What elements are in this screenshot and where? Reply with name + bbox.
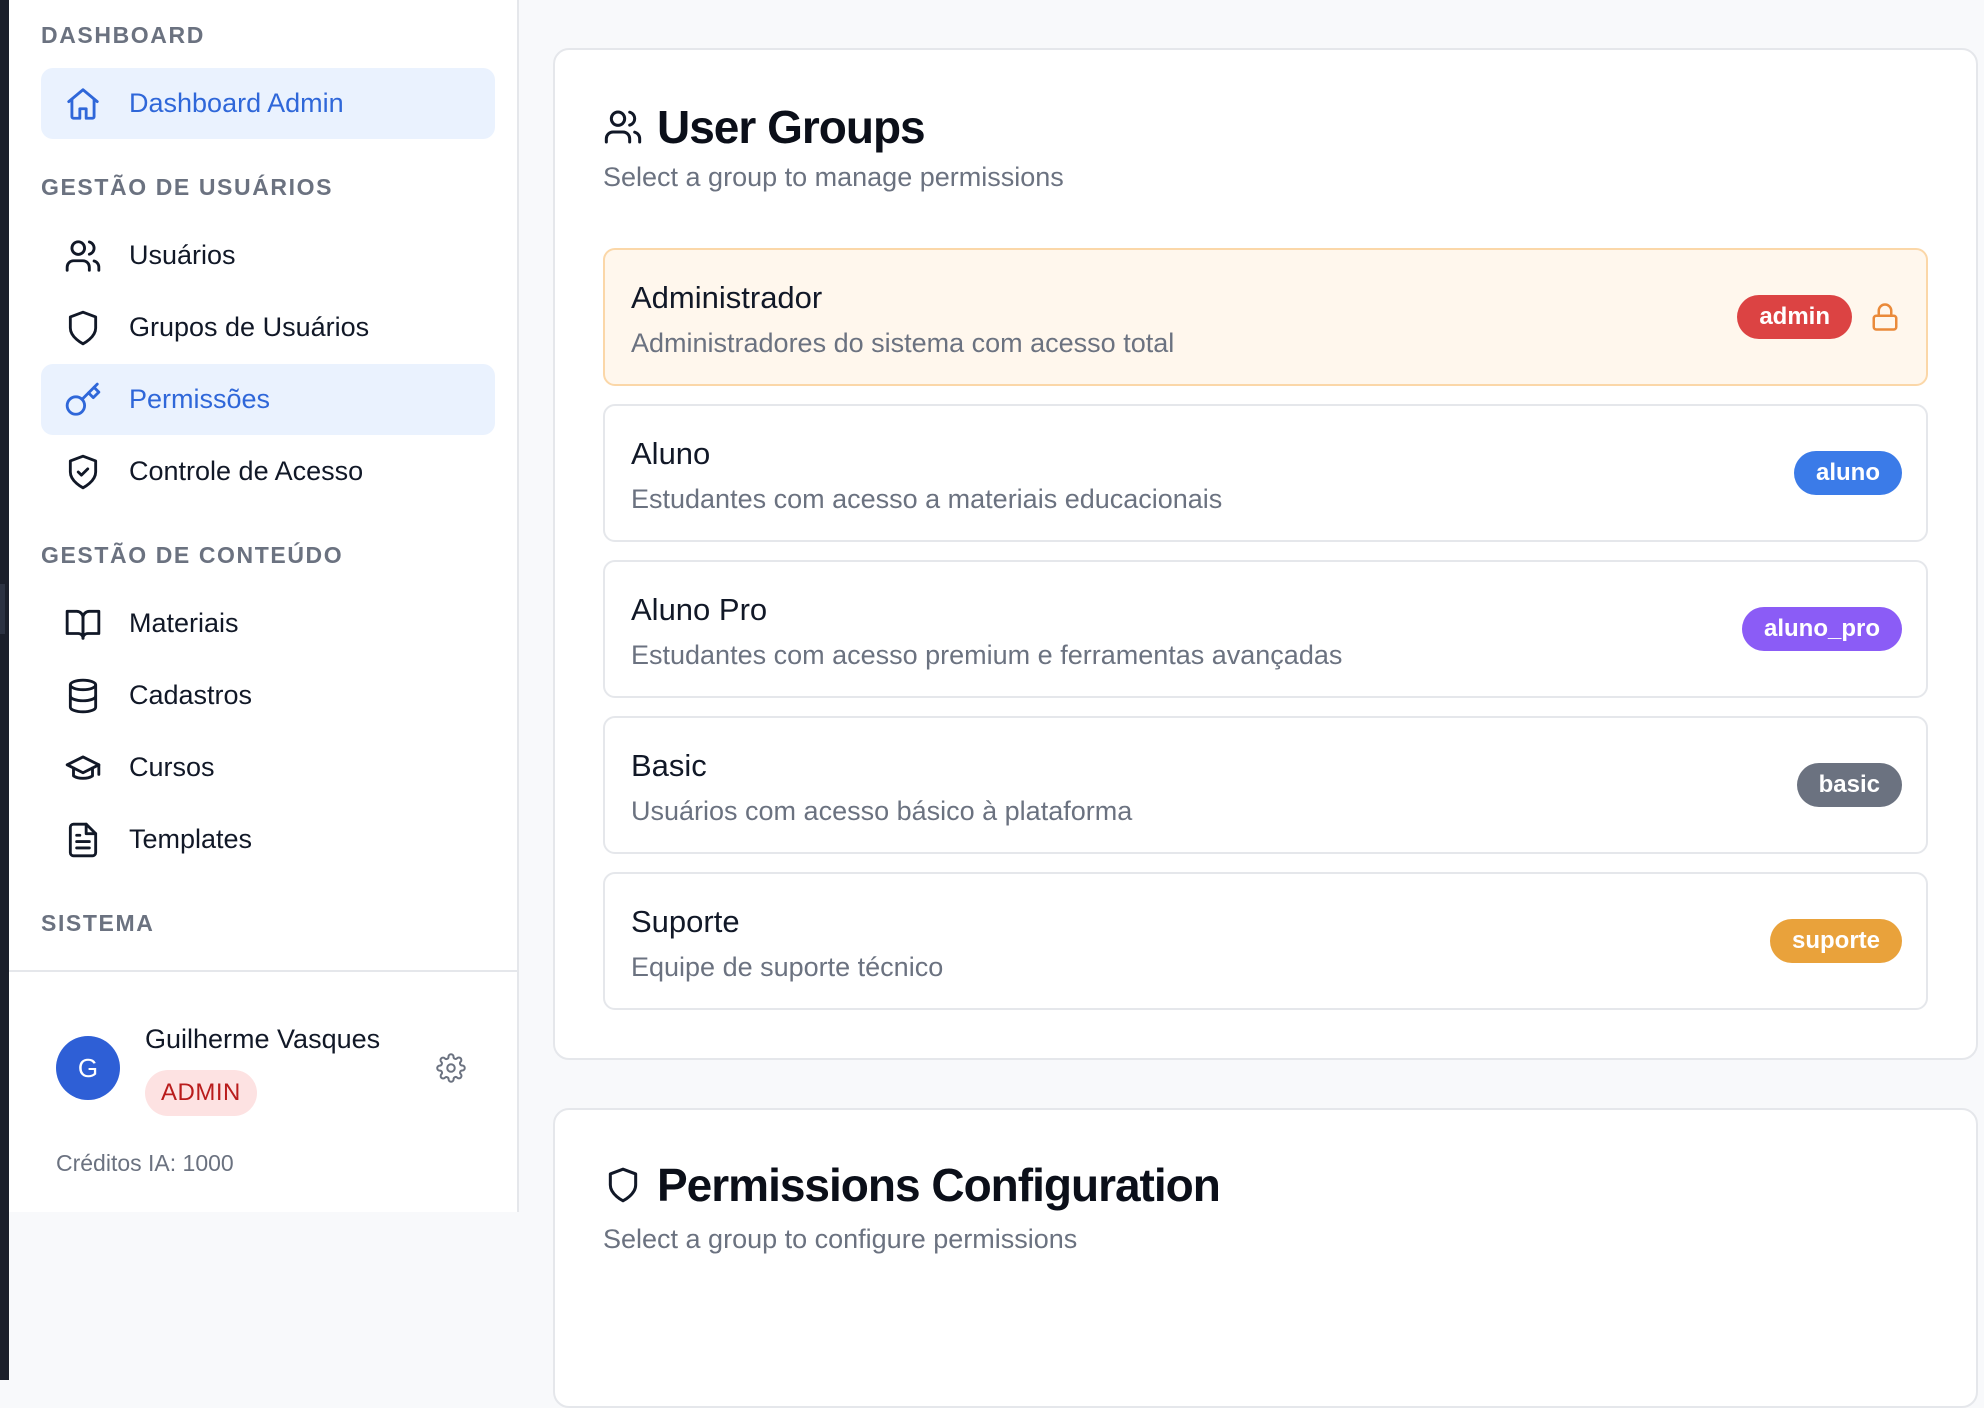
sidebar-item-cadastros[interactable]: Cadastros <box>41 660 495 731</box>
resize-handle[interactable] <box>0 584 5 634</box>
group-name: Administrador <box>631 280 823 315</box>
permissions-config-card: Permissions Configuration Select a group… <box>553 1108 1978 1408</box>
sidebar-item-label: Usuários <box>129 240 236 270</box>
group-tag: aluno <box>1794 451 1902 495</box>
group-tag: basic <box>1796 763 1902 807</box>
group-item-aluno[interactable]: Aluno Estudantes com acesso a materiais … <box>603 404 1928 542</box>
sidebar: DASHBOARD Dashboard Admin GESTÃO DE USUÁ… <box>9 0 519 1212</box>
group-description: Equipe de suporte técnico <box>631 952 944 982</box>
permissions-header: Permissions Configuration <box>603 1158 1221 1212</box>
group-item-suporte[interactable]: Suporte Equipe de suporte técnico suport… <box>603 872 1928 1010</box>
section-label-content: GESTÃO DE CONTEÚDO <box>41 542 344 568</box>
shield-icon <box>63 308 103 348</box>
key-icon <box>63 380 103 420</box>
sidebar-divider <box>9 970 517 972</box>
settings-button[interactable] <box>433 1050 469 1086</box>
group-item-aluno-pro[interactable]: Aluno Pro Estudantes com acesso premium … <box>603 560 1928 698</box>
card-subtitle: Select a group to manage permissions <box>603 162 1064 192</box>
shield-check-icon <box>63 452 103 492</box>
group-name: Basic <box>631 748 707 783</box>
user-groups-card: User Groups Select a group to manage per… <box>553 48 1978 1060</box>
sidebar-item-usuarios[interactable]: Usuários <box>41 220 495 291</box>
card-title: User Groups <box>657 101 926 153</box>
ai-credits: Créditos IA: 1000 <box>56 1150 234 1176</box>
gear-icon <box>436 1053 466 1083</box>
group-name: Suporte <box>631 904 740 939</box>
sidebar-item-label: Controle de Acesso <box>129 456 364 486</box>
role-badge: ADMIN <box>145 1070 257 1116</box>
sidebar-item-cursos[interactable]: Cursos <box>41 732 495 803</box>
group-name: Aluno Pro <box>631 592 768 627</box>
user-name: Guilherme Vasques <box>145 1024 381 1054</box>
sidebar-item-label: Dashboard Admin <box>129 88 344 118</box>
group-item-basic[interactable]: Basic Usuários com acesso básico à plata… <box>603 716 1928 854</box>
lock-icon <box>1868 300 1902 334</box>
sidebar-item-label: Templates <box>129 824 253 854</box>
group-description: Estudantes com acesso a materiais educac… <box>631 484 1223 514</box>
card-subtitle: Select a group to configure permissions <box>603 1224 1078 1254</box>
group-name: Aluno <box>631 436 711 471</box>
section-label-system: SISTEMA <box>41 910 155 936</box>
sidebar-item-permissoes[interactable]: Permissões <box>41 364 495 435</box>
group-tag: admin <box>1737 295 1852 339</box>
section-label-users: GESTÃO DE USUÁRIOS <box>41 174 334 200</box>
section-label-dashboard: DASHBOARD <box>41 22 205 48</box>
shield-icon <box>603 1165 643 1205</box>
sidebar-item-label: Permissões <box>129 384 271 414</box>
group-description: Estudantes com acesso premium e ferramen… <box>631 640 1343 670</box>
group-item-administrador[interactable]: Administrador Administradores do sistema… <box>603 248 1928 386</box>
sidebar-item-controle-de-acesso[interactable]: Controle de Acesso <box>41 436 495 507</box>
sidebar-item-label: Cursos <box>129 752 215 782</box>
group-tag: suporte <box>1769 919 1902 963</box>
book-open-icon <box>63 604 103 644</box>
window-edge <box>0 0 9 1380</box>
avatar[interactable]: G <box>56 1036 120 1100</box>
user-profile: G Guilherme Vasques ADMIN Créditos IA: 1… <box>9 1000 517 1200</box>
sidebar-item-label: Grupos de Usuários <box>129 312 370 342</box>
group-tag: aluno_pro <box>1741 607 1902 651</box>
sidebar-item-materiais[interactable]: Materiais <box>41 588 495 659</box>
sidebar-item-dashboard-admin[interactable]: Dashboard Admin <box>41 68 495 139</box>
card-title: Permissions Configuration <box>657 1159 1221 1211</box>
database-icon <box>63 676 103 716</box>
sidebar-item-label: Materiais <box>129 608 239 638</box>
users-icon <box>603 107 643 147</box>
sidebar-item-grupos-de-usuarios[interactable]: Grupos de Usuários <box>41 292 495 363</box>
home-icon <box>63 84 103 124</box>
group-description: Usuários com acesso básico à plataforma <box>631 796 1133 826</box>
users-icon <box>63 236 103 276</box>
user-groups-header: User Groups <box>603 100 926 154</box>
group-description: Administradores do sistema com acesso to… <box>631 328 1175 358</box>
sidebar-item-templates[interactable]: Templates <box>41 804 495 875</box>
file-text-icon <box>63 820 103 860</box>
sidebar-item-label: Cadastros <box>129 680 253 710</box>
graduation-cap-icon <box>63 748 103 788</box>
